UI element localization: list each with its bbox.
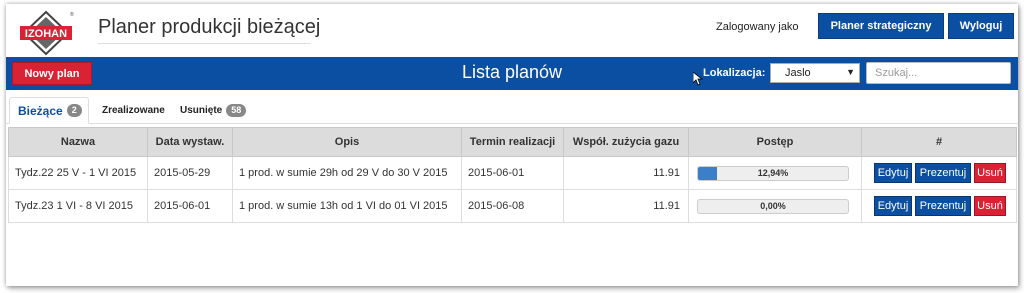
- progress-bar: 0,00%: [697, 198, 849, 214]
- strategic-planner-button[interactable]: Planer strategiczny: [818, 13, 944, 39]
- progress-label: 0,00%: [760, 200, 786, 211]
- svg-text:IZOHAN: IZOHAN: [25, 28, 67, 40]
- tab-deleted-count-badge: 58: [226, 104, 247, 117]
- progress-bar: 12,94%: [697, 165, 849, 181]
- mouse-cursor-icon: [693, 72, 703, 86]
- progress-label: 12,94%: [757, 167, 789, 178]
- cell-date: 2015-05-29: [147, 156, 233, 190]
- cell-description: 1 prod. w sumie 29h od 29 V do 30 V 2015: [232, 156, 462, 190]
- cell-gas-usage: 11.91: [563, 189, 689, 223]
- cell-progress: 12,94%: [688, 156, 862, 190]
- tab-completed-label: Zrealizowane: [102, 105, 165, 116]
- tab-current-count-badge: 2: [66, 104, 82, 117]
- izohan-logo: IZOHAN ®: [20, 10, 74, 56]
- caret-down-icon: ▼: [846, 67, 855, 77]
- cell-description: 1 prod. w sumie 13h od 1 VI do 01 VI 201…: [232, 189, 462, 223]
- cell-name: Tydz.23 1 VI - 8 VI 2015: [8, 189, 148, 223]
- table-row: Tydz.23 1 VI - 8 VI 2015 2015-06-01 1 pr…: [8, 189, 1017, 223]
- cell-date: 2015-06-01: [147, 189, 233, 223]
- toolbar-title: Lista planów: [461, 62, 563, 82]
- search-input[interactable]: [866, 62, 1011, 84]
- column-header-name[interactable]: Nazwa: [8, 127, 148, 157]
- logout-button[interactable]: Wyloguj: [948, 13, 1014, 39]
- plans-table: Nazwa Data wystaw. Opis Termin realizacj…: [8, 127, 1017, 223]
- table-header-row: Nazwa Data wystaw. Opis Termin realizacj…: [8, 127, 1017, 157]
- cell-deadline: 2015-06-01: [461, 156, 564, 190]
- present-button[interactable]: Prezentuj: [915, 163, 971, 183]
- cell-progress: 0,00%: [688, 189, 862, 223]
- tab-current[interactable]: Bieżące 2: [9, 97, 89, 124]
- column-header-deadline[interactable]: Termin realizacji: [461, 127, 564, 157]
- cell-actions: Edytuj Prezentuj Usuń: [861, 189, 1017, 223]
- cell-deadline: 2015-06-08: [461, 189, 564, 223]
- column-header-date[interactable]: Data wystaw.: [147, 127, 233, 157]
- edit-button[interactable]: Edytuj: [874, 196, 912, 216]
- tab-deleted-label: Usunięte: [180, 105, 223, 116]
- tab-completed[interactable]: Zrealizowane: [102, 97, 165, 124]
- svg-text:®: ®: [70, 11, 74, 18]
- location-label: Lokalizacja:: [703, 67, 766, 79]
- cell-gas-usage: 11.91: [563, 156, 689, 190]
- logged-in-label: Zalogowany jako: [716, 21, 799, 33]
- delete-button[interactable]: Usuń: [974, 196, 1006, 216]
- new-plan-button[interactable]: Nowy plan: [12, 62, 92, 85]
- location-value: Jaslo: [785, 67, 811, 79]
- tab-deleted[interactable]: Usunięte 58: [180, 97, 247, 124]
- present-button[interactable]: Prezentuj: [915, 196, 971, 216]
- cell-actions: Edytuj Prezentuj Usuń: [861, 156, 1017, 190]
- title-divider: [98, 43, 311, 44]
- column-header-description[interactable]: Opis: [232, 127, 462, 157]
- tab-current-label: Bieżące: [18, 103, 63, 118]
- location-select[interactable]: Jaslo ▼: [770, 63, 860, 83]
- delete-button[interactable]: Usuń: [974, 163, 1006, 183]
- column-header-gas-usage[interactable]: Współ. zużycia gazu: [563, 127, 689, 157]
- edit-button[interactable]: Edytuj: [874, 163, 912, 183]
- table-row: Tydz.22 25 V - 1 VI 2015 2015-05-29 1 pr…: [8, 156, 1017, 190]
- cell-name: Tydz.22 25 V - 1 VI 2015: [8, 156, 148, 190]
- column-header-progress[interactable]: Postęp: [688, 127, 862, 157]
- column-header-actions: #: [861, 127, 1017, 157]
- page-title: Planer produkcji bieżącej: [98, 16, 321, 38]
